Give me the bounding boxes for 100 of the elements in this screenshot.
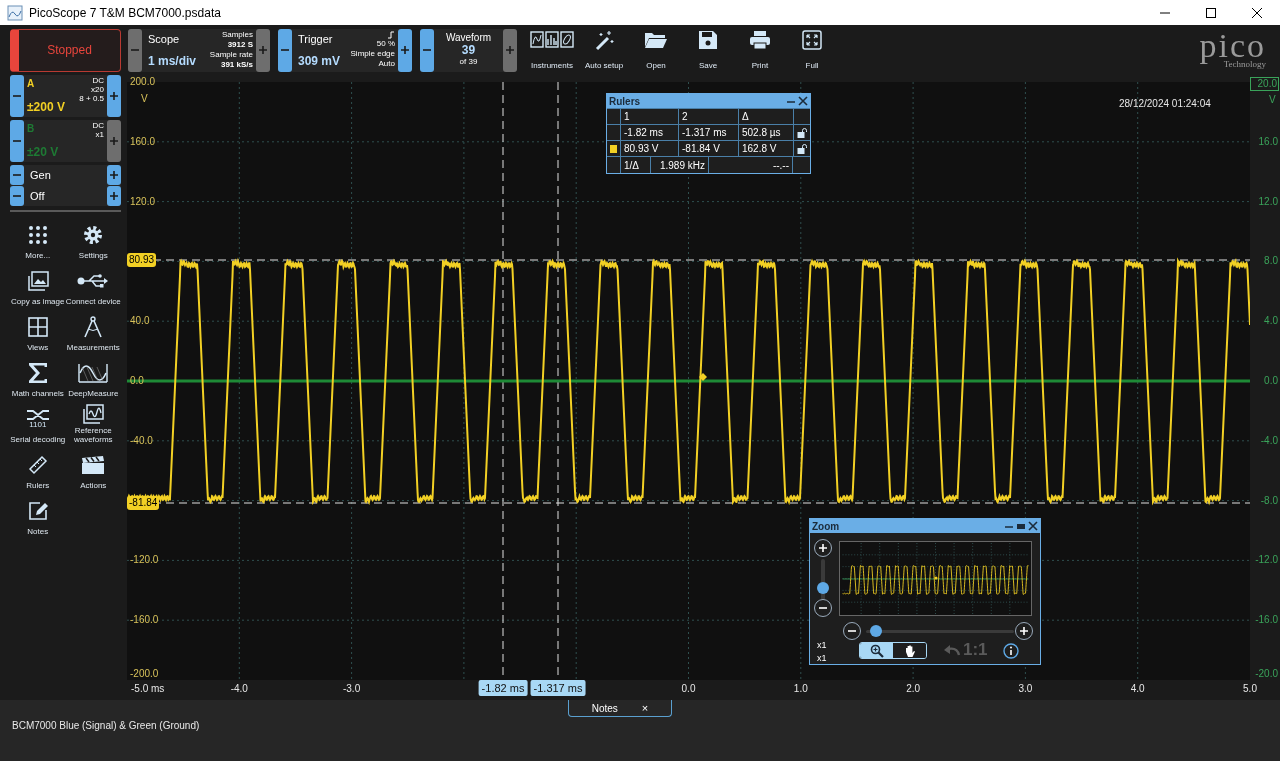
zoom-scale-label: x1	[817, 640, 827, 650]
increase-button[interactable]	[107, 120, 121, 162]
trigger-marker-icon[interactable]	[699, 373, 707, 381]
close-icon[interactable]	[1028, 521, 1038, 531]
zoom-in-button[interactable]	[814, 539, 832, 557]
increase-button[interactable]	[256, 28, 270, 72]
zoom-in-button[interactable]	[1015, 622, 1033, 640]
axis-tick-label: -5.0 ms	[131, 683, 165, 695]
open-button[interactable]: Open	[630, 28, 682, 72]
sidebar-tool-button[interactable]: DeepMeasure	[65, 356, 121, 398]
instruments-button[interactable]: Instruments	[526, 28, 578, 72]
control-label: Scope	[148, 31, 181, 47]
info-icon[interactable]	[1003, 643, 1019, 659]
axis-tick-label: 0.0	[130, 375, 144, 387]
slider-thumb[interactable]	[870, 625, 883, 637]
increase-button[interactable]	[503, 28, 517, 72]
decrease-button[interactable]	[420, 28, 434, 72]
channel-setting: 8 + 0.5	[79, 94, 104, 103]
decrease-button[interactable]	[278, 28, 292, 72]
decrease-button[interactable]	[10, 186, 24, 206]
notes-text: BCM7000 Blue (Signal) & Green (Ground)	[11, 719, 201, 733]
zoom-out-button[interactable]	[843, 622, 861, 640]
control-label: Trigger	[298, 31, 334, 47]
unlocked-padlock-icon[interactable]	[797, 143, 807, 154]
ruler-value-tag[interactable]: -81.84	[127, 496, 160, 510]
increase-button[interactable]	[398, 28, 412, 72]
decrease-button[interactable]	[10, 120, 24, 162]
crossing-lines-icon	[25, 408, 50, 421]
magnifier-plus-icon	[869, 643, 884, 658]
settings-icon	[83, 224, 104, 245]
trigger-level-value[interactable]: 309 mV	[298, 51, 345, 70]
axis-tick-label: 40.0	[130, 315, 150, 328]
sidebar-tool-button[interactable]: 1101 Serial decoding	[10, 402, 66, 444]
auto-setup-button[interactable]: Auto setup	[578, 28, 630, 72]
table-cell-text: 1.989 kHz	[659, 158, 705, 173]
decrease-button[interactable]	[128, 28, 142, 72]
axis-tick-label: 4.0	[1130, 683, 1145, 695]
sidebar-tool-button[interactable]: Rulers	[10, 448, 66, 490]
sidebar-tool-button[interactable]: Math channels	[10, 356, 66, 398]
ruler-value-tag[interactable]: -1.82 ms	[478, 680, 528, 696]
slider-thumb[interactable]	[817, 581, 829, 594]
close-icon[interactable]	[798, 96, 808, 106]
column-header: 1	[624, 110, 630, 124]
sidebar-tool-button[interactable]: Connect device	[65, 264, 121, 306]
sigma-icon	[28, 362, 47, 383]
run-stop-button[interactable]: Stopped	[10, 28, 121, 72]
picture-icon	[26, 270, 49, 291]
channel-setting: x1	[95, 130, 104, 139]
fullscreen-icon	[802, 30, 822, 50]
axis-tick-label: 200.0	[130, 76, 156, 88]
notes-tab[interactable]: Notes ×	[568, 700, 672, 717]
magic-wand-icon	[593, 30, 615, 52]
sidebar-tool-button[interactable]: Reference waveforms	[65, 402, 121, 444]
increase-button[interactable]	[107, 186, 121, 206]
plus-icon	[505, 45, 515, 55]
sidebar-tool-button[interactable]: Views	[10, 310, 66, 352]
increase-button[interactable]	[107, 75, 121, 117]
sidebar-tool-button[interactable]: Settings	[65, 218, 121, 260]
sidebar-tool-button[interactable]: Notes	[10, 494, 66, 536]
axis-tick-label: 12.0	[1257, 195, 1279, 208]
plus-icon	[400, 45, 410, 55]
maximize-icon[interactable]	[1016, 521, 1026, 531]
axis-tick-label: -4.0	[1259, 434, 1279, 447]
sine-wave-box-icon	[78, 362, 109, 383]
print-button[interactable]: Print	[734, 28, 786, 72]
undo-arrow-icon	[943, 644, 961, 656]
sidebar-tool-button[interactable]: More...	[10, 218, 66, 260]
ruler-value-tag[interactable]: 80.93	[127, 253, 157, 267]
axis-tick-label: -8.0	[1259, 494, 1279, 507]
compass-icon	[83, 315, 104, 338]
icon-caption: 1101	[29, 420, 47, 429]
channel-name[interactable]: A	[27, 76, 65, 91]
waveform-number[interactable]: 39	[461, 44, 476, 56]
axis-tick-label: 0.0	[681, 683, 696, 695]
tab-close-button[interactable]: ×	[641, 699, 649, 717]
generator-setting[interactable]: Off	[24, 187, 107, 205]
sidebar-tool-button[interactable]: Actions	[65, 448, 121, 490]
channel-range[interactable]: ±200 V	[27, 98, 65, 116]
zoom-overview-chart[interactable]	[839, 541, 1032, 616]
dots-grid-icon	[27, 224, 48, 245]
ruler-value-tag[interactable]: -1.317 ms	[530, 680, 586, 696]
sidebar-tool-button[interactable]: Copy as image	[10, 264, 66, 306]
waveform-count: of 39	[459, 56, 478, 68]
zoom-out-button[interactable]	[814, 599, 832, 617]
column-header: 2	[682, 110, 688, 124]
instruments-icon	[530, 30, 574, 50]
fullscreen-button[interactable]: Full	[786, 28, 838, 72]
unlocked-padlock-icon[interactable]	[797, 127, 807, 138]
zoom-tool-button[interactable]	[860, 643, 893, 658]
decrease-button[interactable]	[10, 165, 24, 185]
window-title: PicoScope 7 T&M BCM7000.psdata	[29, 4, 221, 22]
increase-button[interactable]	[107, 165, 121, 185]
sidebar-tool-button[interactable]: Measurements	[65, 310, 121, 352]
timebase-value[interactable]: 1 ms/div	[148, 51, 204, 70]
generator-setting[interactable]: Gen	[24, 166, 107, 184]
axis-tick-label: -160.0	[130, 614, 159, 627]
window-title: Zoom	[812, 519, 841, 534]
save-button[interactable]: Save	[682, 28, 734, 72]
table-cell-text: -1.82 ms	[624, 126, 663, 140]
decrease-button[interactable]	[10, 75, 24, 117]
